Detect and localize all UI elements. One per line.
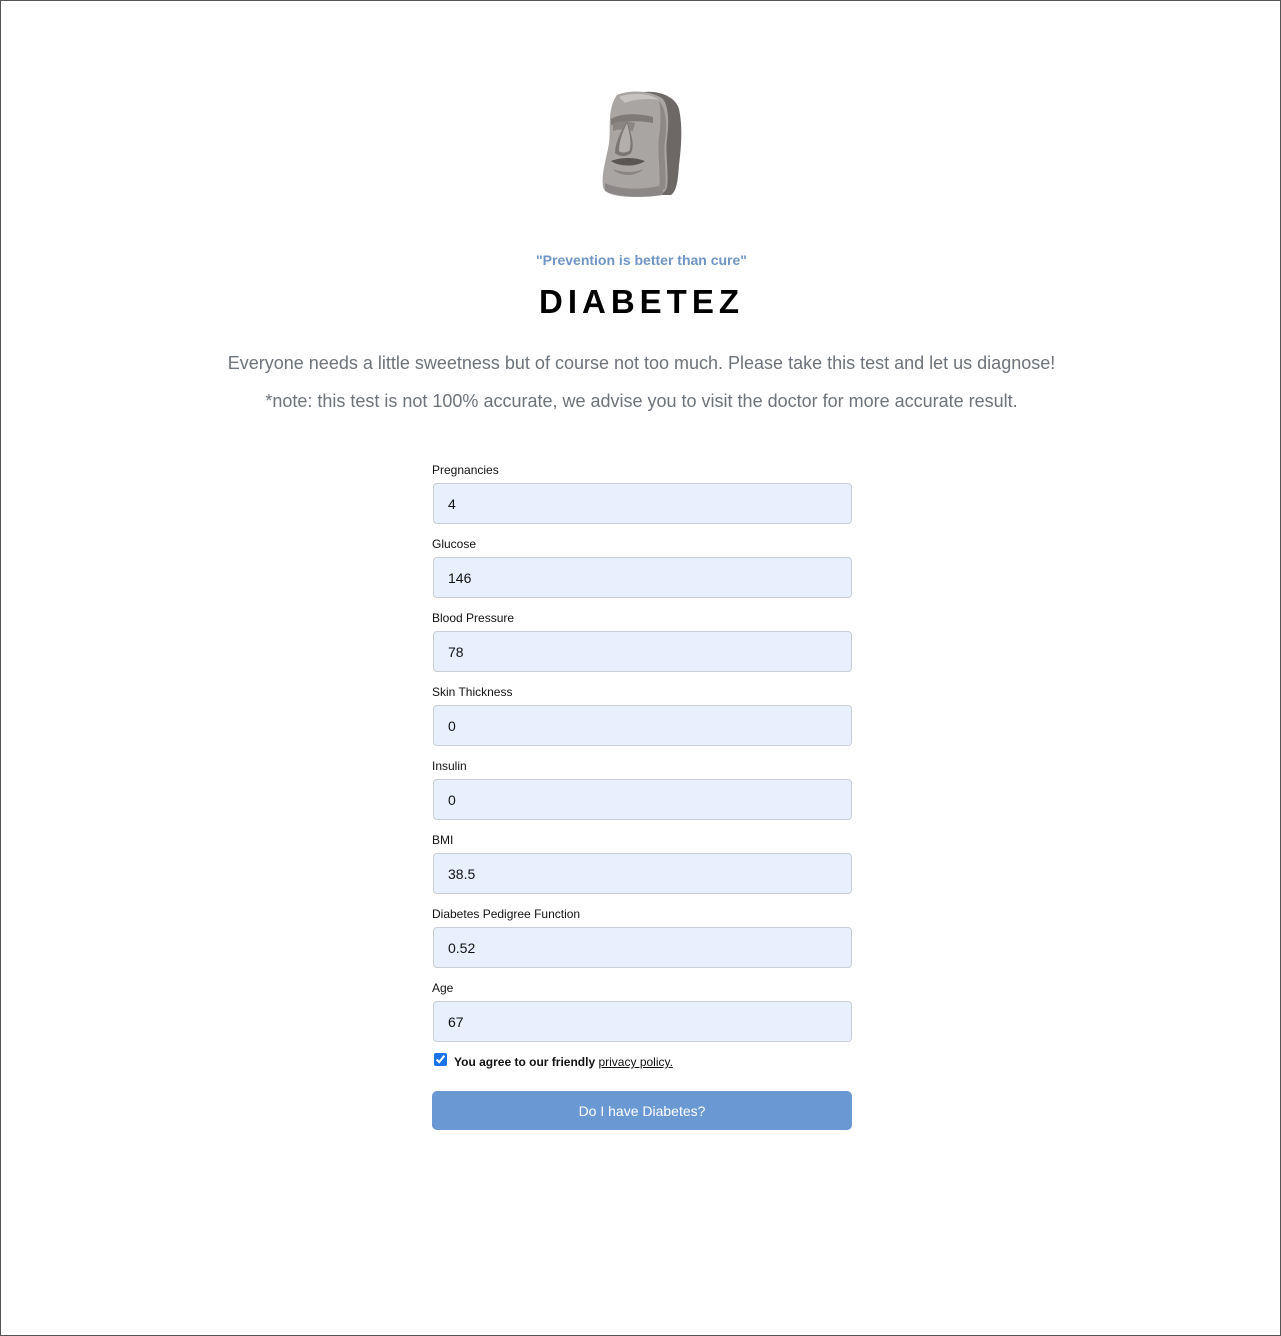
moai-statue-icon — [602, 91, 682, 197]
diagnosis-form: Pregnancies Glucose Blood Pressure Skin … — [432, 462, 852, 1130]
skin-thickness-label: Skin Thickness — [432, 685, 513, 699]
page-title: DIABETEZ — [539, 283, 744, 320]
pedigree-function-label: Diabetes Pedigree Function — [432, 907, 581, 921]
blood-pressure-input[interactable] — [433, 631, 852, 672]
pregnancies-label: Pregnancies — [432, 463, 499, 477]
glucose-label: Glucose — [432, 537, 477, 551]
insulin-label: Insulin — [432, 759, 467, 773]
intro-text: Everyone needs a little sweetness but of… — [227, 353, 1056, 373]
pregnancies-input[interactable] — [433, 483, 852, 524]
insulin-input[interactable] — [433, 779, 852, 820]
blood-pressure-label: Blood Pressure — [432, 611, 515, 625]
privacy-policy-link[interactable]: privacy policy. — [598, 1055, 672, 1069]
pedigree-function-input[interactable] — [433, 927, 852, 968]
privacy-agreement: You agree to our friendly privacy policy… — [432, 1053, 852, 1074]
submit-diagnosis-button[interactable]: Do I have Diabetes? — [432, 1091, 852, 1130]
skin-thickness-input[interactable] — [433, 705, 852, 746]
privacy-agree-checkbox[interactable] — [434, 1053, 447, 1066]
privacy-agree-label: You agree to our friendly privacy policy… — [454, 1055, 673, 1069]
age-label: Age — [432, 981, 454, 995]
bmi-input[interactable] — [433, 853, 852, 894]
age-input[interactable] — [433, 1001, 852, 1042]
page-frame: "Prevention is better than cure" DIABETE… — [0, 0, 1281, 1336]
glucose-input[interactable] — [433, 557, 852, 598]
disclaimer-note: *note: this test is not 100% accurate, w… — [265, 391, 1018, 411]
bmi-label: BMI — [432, 833, 454, 847]
privacy-agree-text: You agree to our friendly — [454, 1055, 599, 1069]
tagline: "Prevention is better than cure" — [536, 252, 747, 268]
